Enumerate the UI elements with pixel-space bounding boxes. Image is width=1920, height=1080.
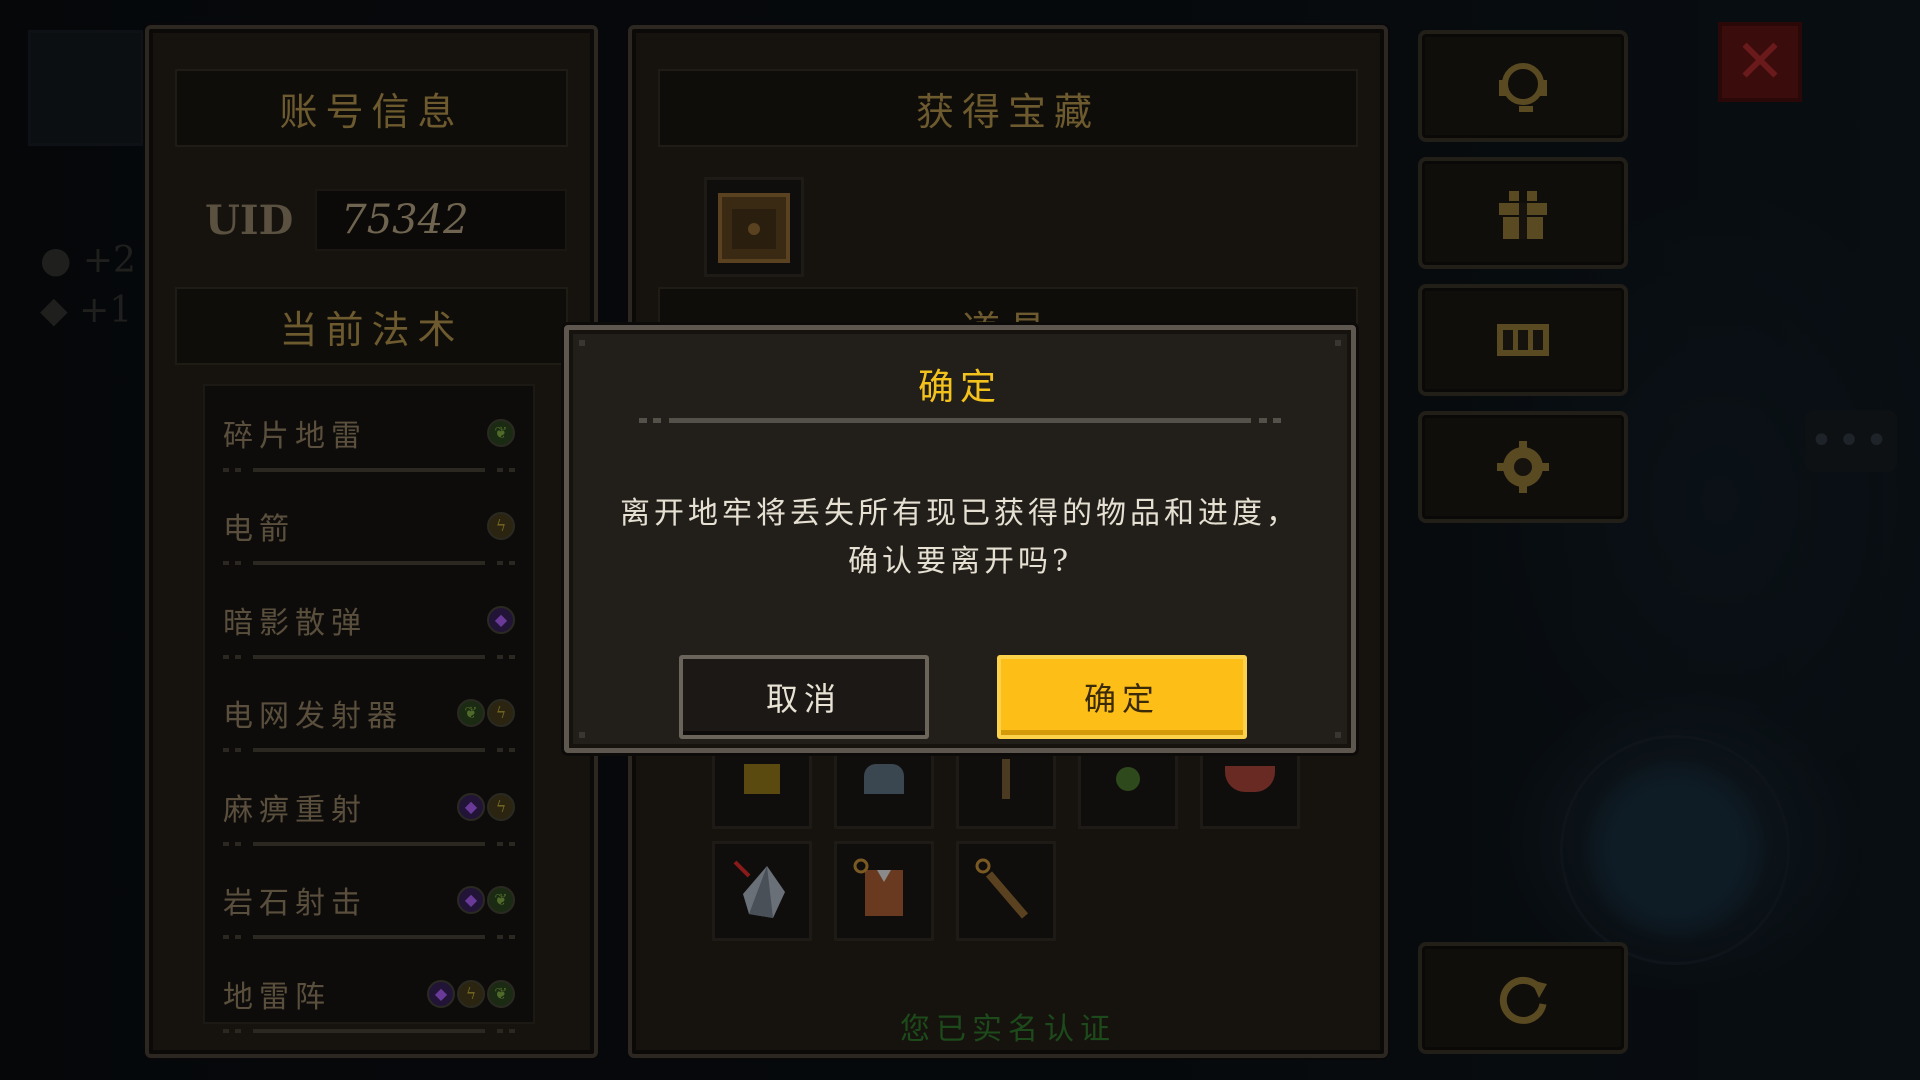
- redeem-code-icon: [1497, 324, 1549, 356]
- spell-element-icons: ❦ ϟ: [457, 699, 515, 728]
- yellow-element-icon: ϟ: [487, 512, 515, 541]
- spell-name: 岩石射击: [223, 886, 367, 922]
- close-icon: ✕: [1734, 27, 1786, 97]
- uid-value: 75342: [315, 189, 568, 251]
- spell-item[interactable]: 麻痹重射 ◆ ϟ: [223, 760, 515, 854]
- green-element-icon: ❦: [487, 418, 515, 447]
- treasure-title: 获得宝藏: [658, 69, 1358, 147]
- item-slot[interactable]: [712, 841, 812, 941]
- dialog-message: 离开地牢将丢失所有现已获得的物品和进度，确认要离开吗?: [620, 496, 1300, 579]
- spell-name: 碎片地雷: [223, 418, 367, 454]
- spell-item[interactable]: 电箭 ϟ: [223, 480, 515, 574]
- spell-divider: [223, 654, 515, 659]
- corner-decoration: [1335, 732, 1341, 738]
- uid-label: UID: [205, 196, 294, 244]
- purple-element-icon: ◆: [487, 605, 515, 634]
- spell-divider: [223, 935, 515, 939]
- item-armor-icon: [853, 858, 903, 916]
- spell-name: 电箭: [223, 512, 295, 548]
- gift-icon: [1499, 191, 1547, 239]
- spell-element-icons: ◆ ϟ: [457, 792, 515, 821]
- spell-element-icons: ◆: [487, 605, 515, 634]
- support-button[interactable]: [1418, 30, 1628, 142]
- item-pickaxe-icon: [975, 858, 1029, 919]
- refresh-button[interactable]: [1418, 942, 1628, 1054]
- green-element-icon: ❦: [487, 886, 515, 915]
- corner-decoration: [579, 732, 585, 738]
- settings-gear-icon: [1497, 441, 1549, 493]
- spell-divider: [223, 467, 515, 472]
- spell-item[interactable]: 岩石射击 ◆ ❦: [223, 854, 515, 948]
- spell-item[interactable]: 碎片地雷 ❦: [223, 386, 515, 480]
- support-headset-icon: [1499, 63, 1547, 112]
- item-shield-icon: [1225, 766, 1275, 792]
- cancel-button[interactable]: 取消: [679, 655, 929, 739]
- uid-row: UID 75342: [205, 189, 568, 251]
- purple-element-icon: ◆: [457, 886, 485, 915]
- item-staff-icon: [1002, 759, 1010, 799]
- spell-name: 麻痹重射: [223, 792, 367, 828]
- spell-divider: [223, 1028, 515, 1033]
- account-info-title: 账号信息: [175, 69, 568, 147]
- current-spells-title: 当前法术: [175, 287, 568, 365]
- yellow-element-icon: ϟ: [487, 792, 515, 821]
- spell-item[interactable]: 电网发射器 ❦ ϟ: [223, 667, 515, 761]
- item-leaf-icon: [1116, 767, 1140, 791]
- corner-decoration: [579, 340, 585, 346]
- dialog-divider: [639, 418, 1281, 423]
- verified-status-text: 您已实名认证: [900, 1012, 1116, 1047]
- item-slot[interactable]: [956, 841, 1056, 941]
- gift-button[interactable]: [1418, 157, 1628, 269]
- corner-decoration: [1335, 340, 1341, 346]
- dialog-title: 确定: [917, 367, 1002, 408]
- green-element-icon: ❦: [457, 699, 485, 728]
- item-helmet-icon: [864, 764, 904, 794]
- spell-divider: [223, 561, 515, 565]
- spell-element-icons: ❦: [487, 418, 515, 447]
- item-crystal-icon: [733, 860, 785, 918]
- spell-divider: [223, 748, 515, 752]
- spell-divider: [223, 841, 515, 846]
- spell-name: 暗影散弹: [223, 605, 367, 641]
- purple-element-icon: ◆: [427, 979, 455, 1008]
- item-slot[interactable]: [834, 841, 934, 941]
- purple-element-icon: ◆: [457, 792, 485, 821]
- treasure-slot[interactable]: [704, 177, 804, 277]
- item-banner-icon: [744, 764, 780, 794]
- treasure-chest-icon: [718, 193, 790, 263]
- green-element-icon: ❦: [487, 979, 515, 1008]
- spell-item[interactable]: 地雷阵 ◆ ϟ ❦: [223, 947, 515, 1041]
- spell-list: 碎片地雷 ❦ 电箭 ϟ 暗影散弹 ◆ 电网发射器 ❦ ϟ 麻痹重射 ◆ ϟ 岩石射击 ◆ ❦ 地雷阵 ◆ ϟ ❦: [203, 384, 535, 1033]
- spell-item[interactable]: 暗影散弹 ◆: [223, 573, 515, 667]
- spell-element-icons: ϟ: [487, 512, 515, 541]
- yellow-element-icon: ϟ: [487, 699, 515, 728]
- confirm-button[interactable]: 确定: [997, 655, 1247, 739]
- spell-name: 地雷阵: [223, 979, 331, 1015]
- settings-button[interactable]: [1418, 411, 1628, 523]
- spell-element-icons: ◆ ❦: [457, 886, 515, 915]
- yellow-element-icon: ϟ: [457, 979, 485, 1008]
- confirm-dialog: 确定 离开地牢将丢失所有现已获得的物品和进度，确认要离开吗? 取消 确定: [564, 325, 1356, 753]
- close-button[interactable]: ✕: [1718, 22, 1802, 102]
- spell-name: 电网发射器: [223, 699, 403, 735]
- account-panel: 账号信息 UID 75342 当前法术 碎片地雷 ❦ 电箭 ϟ 暗影散弹 ◆ 电网发射器 ❦ ϟ…: [145, 25, 598, 1058]
- refresh-icon: [1499, 976, 1547, 1024]
- spell-element-icons: ◆ ϟ ❦: [427, 979, 515, 1008]
- redeem-code-button[interactable]: [1418, 284, 1628, 396]
